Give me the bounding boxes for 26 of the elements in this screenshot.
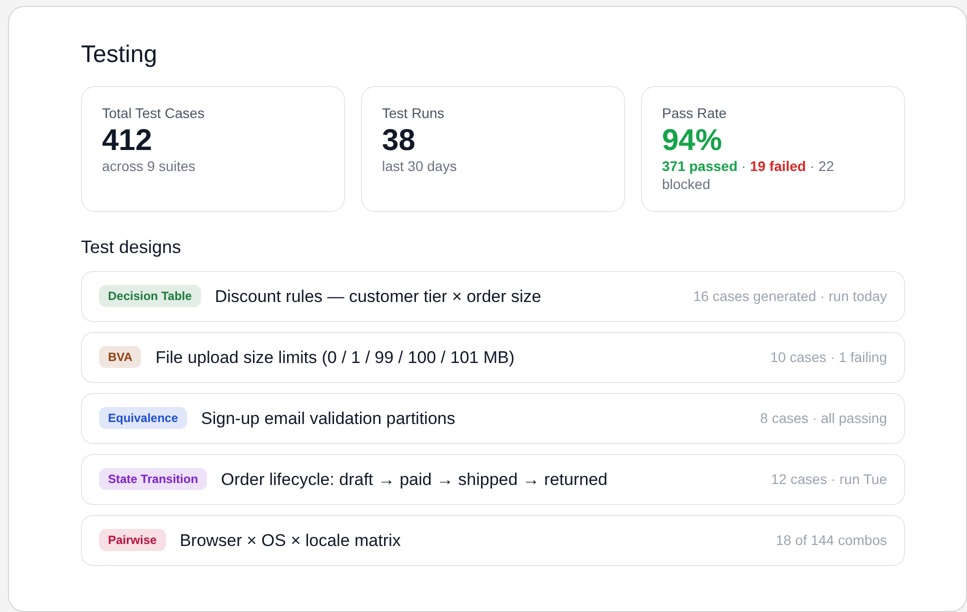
stat-detail: across 9 suites [102,158,196,176]
design-name: Browser × OS × locale matrix [180,530,401,552]
design-meta: 12 cases · run Tue [771,470,887,489]
design-meta: 18 of 144 combos [776,530,887,550]
design-tag: State Transition [99,468,208,490]
design-meta: 10 cases · 1 failing [770,348,887,367]
section-title: Test designs [81,236,182,259]
page-title: Testing [81,41,158,70]
stat-value: 94% [662,124,724,158]
design-name: Order lifecycle: draft → paid → shipped → returned [221,468,608,491]
stat-label: Pass Rate [662,104,728,123]
design-tag: Equivalence [99,407,188,430]
stat-detail: last 30 days [382,158,458,176]
design-tag: BVA [99,346,142,368]
stat-label: Total Test Cases [102,104,206,123]
stat-label: Test Runs [382,104,446,123]
design-name: Sign-up email validation partitions [201,408,456,430]
design-meta: 16 cases generated · run today [693,286,887,306]
design-tag: Pairwise [99,529,166,552]
design-name: File upload size limits (0 / 1 / 99 / 100 / 101 MB) [155,346,515,369]
design-tag: Decision Table [99,285,201,308]
design-meta: 8 cases · all passing [760,408,887,428]
design-name: Discount rules — customer tier × order size [214,286,542,308]
stat-value: 38 [382,124,416,158]
stat-detail: 371 passed · 19 failed · 22 blocked [662,158,835,194]
stat-value: 412 [102,124,154,158]
